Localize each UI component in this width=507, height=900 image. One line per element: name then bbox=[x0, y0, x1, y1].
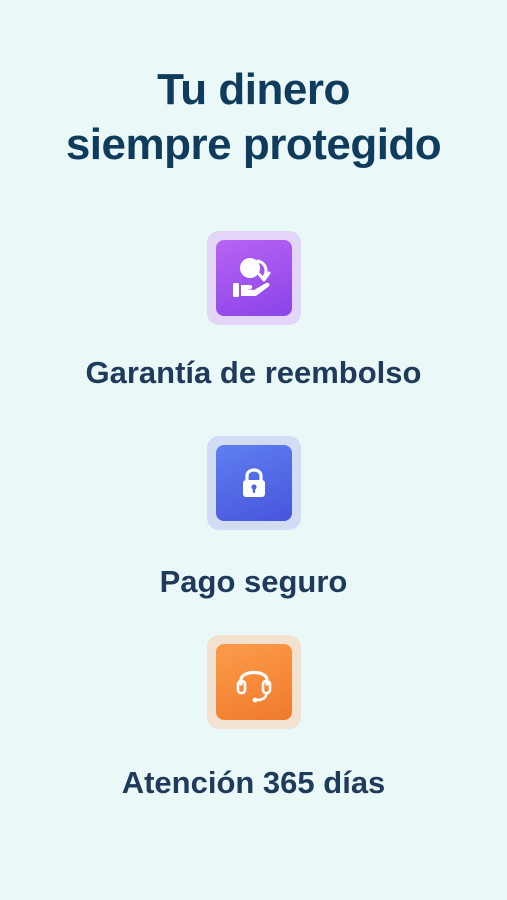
refund-hand-icon bbox=[215, 240, 292, 316]
feature-label: Garantía de reembolso bbox=[85, 355, 422, 390]
page-title: Tu dinero siempre protegido bbox=[0, 62, 507, 172]
feature-secure-payment: Pago seguro bbox=[0, 436, 507, 602]
title-line-1: Tu dinero bbox=[157, 65, 350, 114]
lock-icon bbox=[215, 445, 292, 521]
refund-icon-frame bbox=[206, 231, 301, 325]
title-line-2: siempre protegido bbox=[65, 120, 442, 169]
lock-icon-frame bbox=[206, 436, 301, 530]
feature-label: Pago seguro bbox=[159, 564, 348, 599]
headset-icon-frame bbox=[206, 635, 301, 729]
headset-icon bbox=[215, 644, 292, 720]
feature-support: Atención 365 días bbox=[0, 635, 507, 803]
feature-refund-guarantee: Garantía de reembolso bbox=[0, 231, 507, 393]
feature-label: Atención 365 días bbox=[121, 765, 386, 800]
